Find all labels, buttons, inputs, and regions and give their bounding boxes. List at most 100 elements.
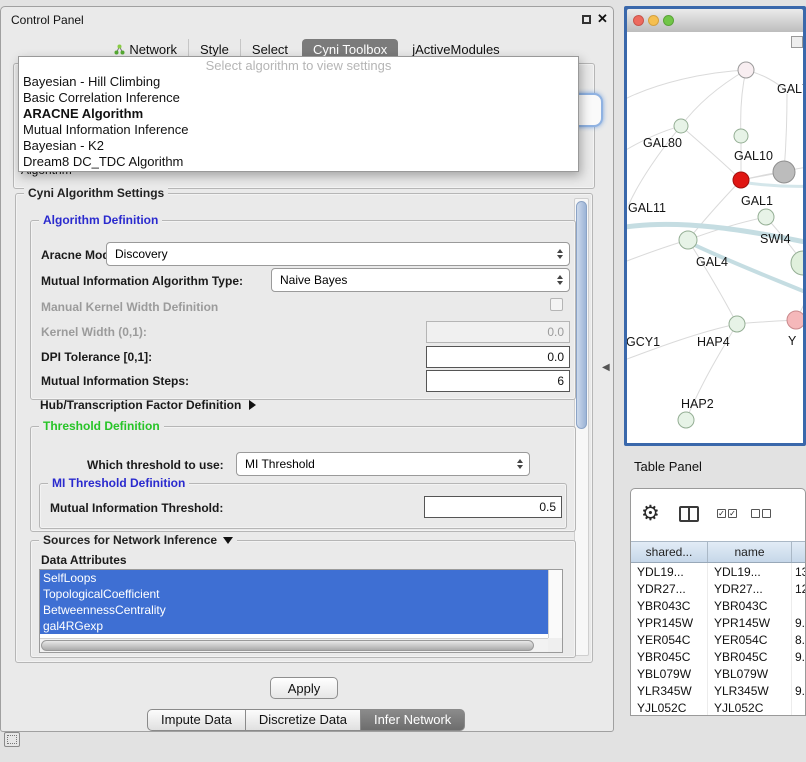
network-window-titlebar[interactable] bbox=[627, 9, 803, 32]
desktop: Control Panel ✕ NetworkStyleSelectCyni T… bbox=[0, 0, 806, 762]
network-node[interactable] bbox=[738, 62, 754, 78]
network-edge[interactable] bbox=[688, 242, 803, 296]
table-row[interactable]: YBR043CYBR043C bbox=[631, 597, 805, 614]
table-row[interactable]: YBL079WYBL079W bbox=[631, 665, 805, 682]
network-node[interactable] bbox=[791, 251, 803, 275]
table-row[interactable]: YPR145WYPR145W9. bbox=[631, 614, 805, 631]
table-row[interactable]: YBR045CYBR045C9. bbox=[631, 648, 805, 665]
tab-infer-network[interactable]: Infer Network bbox=[361, 709, 465, 731]
minimized-panel-icon[interactable] bbox=[4, 732, 20, 747]
network-node[interactable] bbox=[674, 119, 688, 133]
network-node[interactable] bbox=[678, 412, 694, 428]
column-layout-icon[interactable] bbox=[679, 506, 699, 522]
which-threshold-select[interactable]: MI Threshold bbox=[236, 452, 530, 476]
attribute-item[interactable]: SelfLoops bbox=[40, 570, 548, 586]
mi-type-select[interactable]: Naive Bayes bbox=[271, 268, 570, 292]
attribute-item[interactable]: TopologicalCoefficient bbox=[40, 586, 548, 602]
zoom-traffic-light[interactable] bbox=[663, 15, 674, 26]
algorithm-option[interactable]: Basic Correlation Inference bbox=[19, 90, 578, 106]
control-panel-titlebar[interactable]: Control Panel ✕ bbox=[1, 7, 613, 33]
table-body: YDL19...YDL19...13YDR27...YDR27...12YBR0… bbox=[631, 563, 805, 716]
table-cell: YDR27... bbox=[631, 582, 707, 596]
scrollbar-thumb[interactable] bbox=[41, 640, 534, 651]
network-node[interactable] bbox=[679, 231, 697, 249]
mi-threshold-field[interactable]: 0.5 bbox=[424, 496, 562, 518]
network-graph[interactable]: GAL7GAL80GAL10GAL11GAL1SWI4GAL4GCY1HAP4Y… bbox=[627, 32, 803, 443]
algorithm-dropdown-popup: Select algorithm to view settings Bayesi… bbox=[18, 56, 579, 172]
network-edge[interactable] bbox=[741, 182, 803, 186]
apply-button[interactable]: Apply bbox=[270, 677, 338, 699]
algorithm-option[interactable]: Dream8 DC_TDC Algorithm bbox=[19, 154, 578, 170]
mi-steps-label: Mutual Information Steps: bbox=[41, 374, 189, 388]
sources-group-title[interactable]: Sources for Network Inference bbox=[39, 533, 237, 547]
close-traffic-light[interactable] bbox=[633, 15, 644, 26]
mi-steps-field[interactable]: 6 bbox=[426, 370, 570, 392]
hub-definition-toggle[interactable]: Hub/Transcription Factor Definition bbox=[40, 398, 256, 412]
attribute-item[interactable]: BetweennessCentrality bbox=[40, 602, 548, 618]
table-cell: YLR345W bbox=[631, 684, 707, 698]
list-vertical-scrollbar[interactable] bbox=[548, 570, 562, 638]
algorithm-option[interactable]: Mutual Information Inference bbox=[19, 122, 578, 138]
deselect-all-icon[interactable] bbox=[751, 509, 771, 518]
settings-scrollbar[interactable] bbox=[574, 198, 589, 656]
panel-collapse-arrow[interactable]: ◀ bbox=[602, 362, 610, 373]
network-edge[interactable] bbox=[627, 240, 688, 264]
scrollbar-thumb[interactable] bbox=[576, 201, 587, 429]
network-node[interactable] bbox=[734, 129, 748, 143]
data-attributes-list[interactable]: SelfLoopsTopologicalCoefficientBetweenne… bbox=[39, 569, 563, 653]
network-canvas[interactable]: GAL7GAL80GAL10GAL11GAL1SWI4GAL4GCY1HAP4Y… bbox=[627, 32, 803, 443]
column-header[interactable]: name bbox=[707, 542, 791, 562]
table-row[interactable]: YER054CYER054C8. bbox=[631, 631, 805, 648]
select-all-icon[interactable]: ✓✓ bbox=[717, 509, 737, 518]
which-threshold-label: Which threshold to use: bbox=[87, 458, 224, 472]
algorithm-definition-title: Algorithm Definition bbox=[39, 213, 162, 227]
network-node[interactable] bbox=[787, 311, 803, 329]
table-cell: YER054C bbox=[707, 631, 791, 648]
column-header[interactable] bbox=[791, 542, 805, 562]
network-node[interactable] bbox=[758, 209, 774, 225]
node-label: GAL80 bbox=[643, 136, 682, 150]
which-threshold-value: MI Threshold bbox=[245, 457, 315, 471]
gear-icon[interactable]: ⚙ bbox=[641, 501, 660, 526]
network-edge[interactable] bbox=[627, 70, 746, 102]
algorithm-option[interactable]: ARACNE Algorithm bbox=[19, 106, 578, 122]
network-node[interactable] bbox=[729, 316, 745, 332]
aracne-mode-select[interactable]: Discovery bbox=[106, 242, 570, 266]
network-edge[interactable] bbox=[784, 94, 787, 172]
algorithm-option[interactable]: Bayesian - K2 bbox=[19, 138, 578, 154]
node-label: HAP4 bbox=[697, 335, 730, 349]
manual-kernel-checkbox[interactable] bbox=[550, 298, 563, 311]
network-edge[interactable] bbox=[681, 126, 741, 180]
kernel-width-field[interactable]: 0.0 bbox=[426, 321, 570, 343]
column-divider bbox=[688, 508, 690, 520]
network-node[interactable] bbox=[733, 172, 749, 188]
table-row[interactable]: YDL19...YDL19...13 bbox=[631, 563, 805, 580]
tab-impute-data[interactable]: Impute Data bbox=[147, 709, 246, 731]
close-icon[interactable]: ✕ bbox=[597, 11, 608, 27]
network-edge[interactable] bbox=[741, 70, 746, 136]
network-edge[interactable] bbox=[681, 70, 746, 126]
tab-discretize-data[interactable]: Discretize Data bbox=[246, 709, 361, 731]
dpi-tolerance-field[interactable]: 0.0 bbox=[426, 346, 570, 368]
network-view-window: GAL7GAL80GAL10GAL11GAL1SWI4GAL4GCY1HAP4Y… bbox=[624, 6, 806, 446]
scrollbar-corner bbox=[548, 638, 562, 652]
node-label: GAL4 bbox=[696, 255, 728, 269]
network-node[interactable] bbox=[773, 161, 795, 183]
table-row[interactable]: YDR27...YDR27...12 bbox=[631, 580, 805, 597]
table-toolbar: ⚙ ✓✓ bbox=[631, 489, 805, 541]
table-cell: YDL19... bbox=[707, 563, 791, 580]
algorithm-option[interactable]: Bayesian - Hill Climbing bbox=[19, 74, 578, 90]
dropdown-placeholder[interactable]: Select algorithm to view settings bbox=[19, 58, 578, 74]
column-header[interactable]: shared... bbox=[631, 542, 707, 562]
float-window-icon[interactable] bbox=[582, 15, 591, 24]
algorithm-definition-group: Algorithm Definition Aracne Mode: Discov… bbox=[30, 220, 576, 400]
attribute-item[interactable]: gal4RGexp bbox=[40, 618, 548, 634]
table-cell: 9. bbox=[791, 682, 805, 699]
table-row[interactable]: YJL052CYJL052C bbox=[631, 699, 805, 716]
list-horizontal-scrollbar[interactable] bbox=[40, 638, 548, 652]
minimize-traffic-light[interactable] bbox=[648, 15, 659, 26]
birdseye-toggle-icon[interactable] bbox=[791, 36, 803, 48]
table-row[interactable]: YLR345WYLR345W9. bbox=[631, 682, 805, 699]
dpi-tolerance-label: DPI Tolerance [0,1]: bbox=[41, 350, 152, 364]
table-cell: YBR043C bbox=[707, 597, 791, 614]
